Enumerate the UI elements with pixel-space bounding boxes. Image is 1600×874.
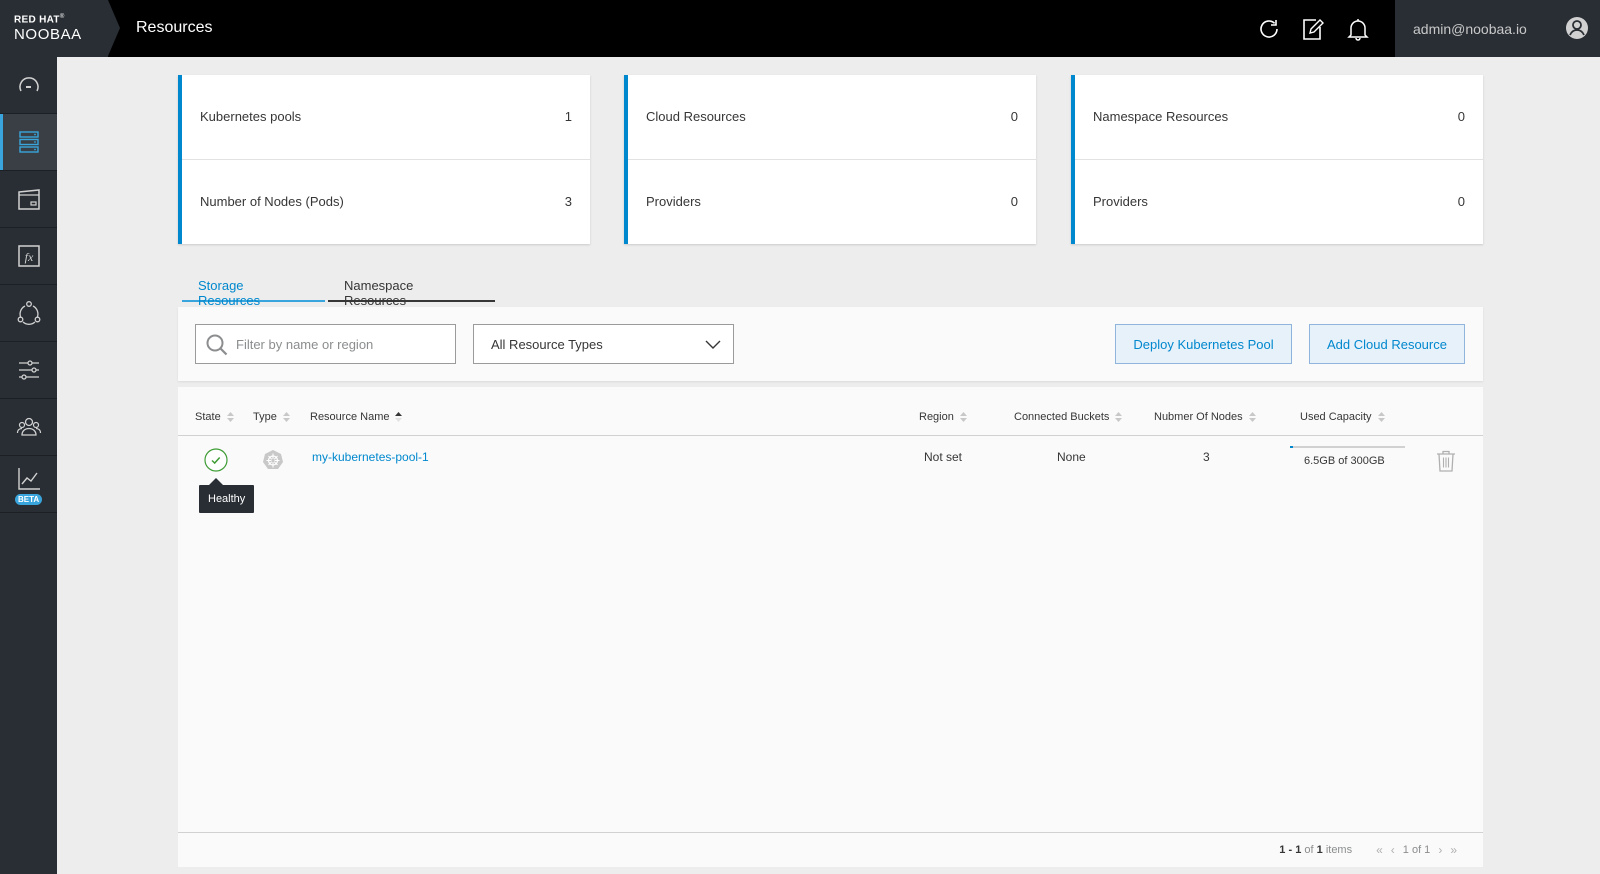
column-header-connected-buckets[interactable]: Connected Buckets (1014, 411, 1123, 423)
sidebar-item-cluster[interactable] (0, 285, 57, 342)
functions-fx-icon: fx (17, 245, 40, 267)
buckets-icon (17, 189, 40, 210)
healthy-check-icon[interactable] (204, 448, 228, 472)
column-header-state[interactable]: State (195, 411, 234, 423)
chevron-down-icon (705, 340, 721, 349)
sidebar-item-analytics[interactable]: BETA (0, 456, 57, 513)
top-header: RED HAT® NOOBAA Resources admin@noobaa.i… (0, 0, 1600, 57)
summary-row: Kubernetes pools 1 (182, 75, 590, 159)
sidebar-item-functions[interactable]: fx (0, 228, 57, 285)
search-input[interactable] (236, 325, 451, 363)
summary-card-cloud: Cloud Resources 0 Providers 0 (624, 75, 1036, 244)
sidebar-item-settings[interactable] (0, 342, 57, 399)
tab-namespace-resources[interactable]: Namespace Resources (328, 272, 495, 308)
bell-icon[interactable] (1345, 16, 1371, 42)
summary-row: Providers 0 (1075, 159, 1483, 243)
analytics-chart-icon (17, 468, 40, 490)
summary-value: 3 (564, 194, 572, 209)
summary-row: Providers 0 (628, 159, 1036, 243)
sidebar-nav: fx BETA (0, 57, 57, 874)
region-cell: Not set (924, 450, 963, 464)
summary-label: Providers (646, 194, 701, 209)
add-cloud-resource-button[interactable]: Add Cloud Resource (1309, 324, 1465, 364)
sort-icon (226, 412, 234, 423)
summary-value: 0 (1457, 109, 1465, 124)
brand-vendor: RED HAT® (14, 14, 65, 26)
summary-value: 0 (1010, 109, 1018, 124)
settings-sliders-icon (18, 360, 39, 380)
resources-table: State Type Resource Name Region Connecte… (178, 387, 1483, 867)
last-page-button[interactable]: » (1450, 843, 1457, 857)
pagination: 1 - 1 of 1 items « ‹ 1 of 1 › » (1279, 843, 1457, 857)
summary-card-kubernetes: Kubernetes pools 1 Number of Nodes (Pods… (178, 75, 590, 244)
user-avatar-icon[interactable] (1565, 16, 1589, 40)
summary-row: Namespace Resources 0 (1075, 75, 1483, 159)
sidebar-item-accounts[interactable] (0, 399, 57, 456)
sort-icon (1248, 412, 1256, 423)
summary-row: Number of Nodes (Pods) 3 (182, 159, 590, 243)
summary-card-namespace: Namespace Resources 0 Providers 0 (1071, 75, 1483, 244)
resources-server-icon (18, 131, 39, 153)
sidebar-item-dashboard[interactable] (0, 57, 57, 114)
summary-label: Providers (1093, 194, 1148, 209)
sort-icon (959, 412, 967, 423)
pagination-summary: 1 - 1 of 1 items (1279, 844, 1353, 856)
tab-storage-resources[interactable]: Storage Resources (182, 272, 325, 308)
state-tooltip: Healthy (199, 478, 255, 513)
summary-label: Cloud Resources (646, 109, 746, 124)
sort-icon (282, 412, 290, 423)
previous-page-button[interactable]: ‹ (1391, 843, 1395, 857)
deploy-kubernetes-pool-button[interactable]: Deploy Kubernetes Pool (1115, 324, 1292, 364)
sort-icon (1377, 412, 1385, 423)
connected-buckets-cell: None (1057, 450, 1086, 464)
first-page-button[interactable]: « (1376, 843, 1383, 857)
search-box[interactable] (195, 324, 456, 364)
resource-type-select[interactable]: All Resource Types (473, 324, 734, 364)
dashboard-gauge-icon (18, 77, 39, 92)
page-title: Resources (136, 19, 213, 36)
search-icon (206, 334, 228, 356)
kubernetes-icon (263, 450, 283, 469)
user-menu[interactable]: admin@noobaa.io (1395, 0, 1600, 57)
capacity-bar-fill (1290, 446, 1293, 448)
next-page-button[interactable]: › (1438, 843, 1442, 857)
column-header-resource-name[interactable]: Resource Name (310, 411, 403, 423)
summary-value: 0 (1010, 194, 1018, 209)
nodes-cell: 3 (1203, 450, 1210, 464)
svg-text:fx: fx (24, 250, 33, 264)
user-email: admin@noobaa.io (1413, 21, 1527, 37)
brand-product-name: NOOBAA (14, 26, 82, 43)
table-header-divider (178, 435, 1483, 436)
column-header-region[interactable]: Region (919, 411, 967, 423)
summary-label: Namespace Resources (1093, 109, 1229, 124)
trash-icon[interactable] (1436, 450, 1456, 472)
column-header-used-capacity[interactable]: Used Capacity (1300, 411, 1385, 423)
page-indicator: 1 of 1 (1402, 844, 1431, 856)
sidebar-item-resources[interactable] (0, 114, 57, 171)
capacity-bar (1290, 446, 1405, 448)
brand-logo[interactable]: RED HAT® NOOBAA (0, 0, 108, 57)
resources-toolbar: All Resource Types Deploy Kubernetes Poo… (178, 307, 1483, 381)
refresh-icon[interactable] (1256, 16, 1282, 42)
summary-row: Cloud Resources 0 (628, 75, 1036, 159)
column-header-number-of-nodes[interactable]: Nubmer Of Nodes (1154, 411, 1256, 423)
cluster-icon (17, 301, 40, 325)
resource-type-value: All Resource Types (491, 337, 603, 352)
summary-label: Kubernetes pools (200, 109, 302, 124)
summary-label: Number of Nodes (Pods) (200, 194, 344, 209)
table-footer-divider (178, 832, 1483, 833)
edit-icon[interactable] (1300, 16, 1326, 42)
sort-icon (1115, 412, 1123, 423)
column-header-type[interactable]: Type (253, 411, 290, 423)
summary-value: 1 (564, 109, 572, 124)
beta-badge: BETA (15, 494, 43, 505)
sort-ascending-icon (395, 412, 403, 423)
accounts-users-icon (16, 417, 41, 436)
resource-name-link[interactable]: my-kubernetes-pool-1 (312, 450, 429, 464)
capacity-text: 6.5GB of 300GB (1304, 455, 1385, 467)
brand-arrow-decoration (108, 0, 120, 56)
summary-value: 0 (1457, 194, 1465, 209)
sidebar-item-buckets[interactable] (0, 171, 57, 228)
